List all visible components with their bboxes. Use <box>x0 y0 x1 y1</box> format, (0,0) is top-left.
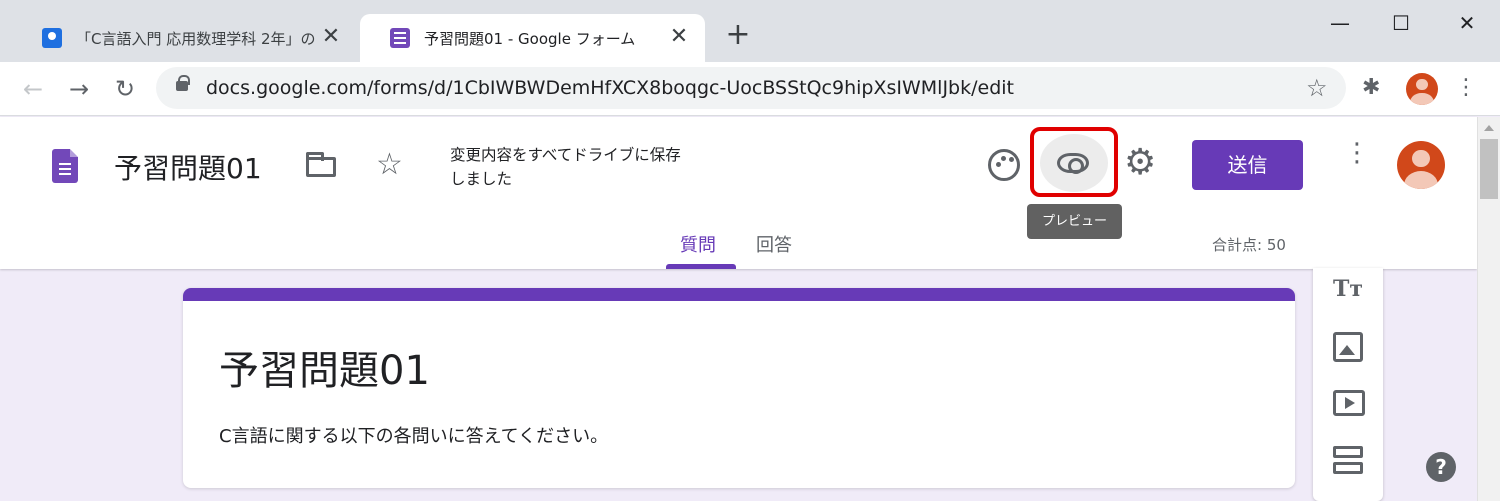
forms-logo-icon[interactable] <box>52 149 78 183</box>
browser-tab-forms[interactable]: 予習問題01 - Google フォーム ✕ <box>360 14 705 62</box>
extensions-puzzle-icon[interactable]: ✱ <box>1362 75 1380 100</box>
tab-title: 「C言語入門 応用数理学科 2年」の <box>76 29 316 48</box>
palette-icon[interactable] <box>988 149 1020 181</box>
url-text[interactable]: docs.google.com/forms/d/1CbIWBWDemHfXCX8… <box>206 77 1014 99</box>
reload-icon[interactable]: ↻ <box>108 72 142 106</box>
close-tab-icon[interactable]: ✕ <box>667 26 691 50</box>
address-bar[interactable]: docs.google.com/forms/d/1CbIWBWDemHfXCX8… <box>156 67 1346 109</box>
more-options-icon[interactable]: ⋮ <box>1344 140 1370 166</box>
send-button[interactable]: 送信 <box>1192 140 1303 190</box>
classroom-icon <box>42 28 62 48</box>
account-avatar[interactable] <box>1397 141 1445 189</box>
forms-icon <box>390 28 410 48</box>
forms-header: 予習問題01 ☆ 変更内容をすべてドライブに保存しました ⚙ 送信 ⋮ 質問 回… <box>0 117 1477 269</box>
form-description-field[interactable]: C言語に関する以下の各問いに答えてください。 <box>219 422 608 448</box>
folder-icon[interactable] <box>306 152 336 177</box>
minimize-button[interactable]: — <box>1315 8 1365 38</box>
gear-icon[interactable]: ⚙ <box>1124 143 1156 183</box>
browser-tab-strip: 「C言語入門 応用数理学科 2年」の ✕ 予習問題01 - Google フォー… <box>0 0 1500 62</box>
close-tab-icon[interactable]: ✕ <box>319 26 343 50</box>
form-title-field[interactable]: 予習問題01 <box>219 338 430 396</box>
tab-title: 予習問題01 - Google フォーム <box>424 29 636 48</box>
star-icon[interactable]: ☆ <box>376 147 403 182</box>
save-status-text: 変更内容をすべてドライブに保存しました <box>450 146 681 188</box>
add-image-icon[interactable] <box>1333 332 1363 362</box>
tab-questions[interactable]: 質問 <box>680 231 716 257</box>
scroll-up-arrow-icon[interactable] <box>1484 125 1494 131</box>
lock-icon <box>176 75 190 91</box>
floating-side-toolbar: Tт <box>1313 268 1383 501</box>
chrome-menu-icon[interactable]: ⋮ <box>1455 75 1477 101</box>
active-tab-indicator <box>666 264 736 269</box>
form-document-title[interactable]: 予習問題01 <box>114 147 262 187</box>
card-accent-bar <box>183 288 1295 301</box>
page-scrollbar[interactable] <box>1477 117 1500 501</box>
window-close-button[interactable]: ✕ <box>1442 8 1492 38</box>
scrollbar-thumb[interactable] <box>1480 139 1498 199</box>
preview-tooltip: プレビュー <box>1027 204 1122 239</box>
add-title-text-icon[interactable]: Tт <box>1333 276 1363 306</box>
bookmark-star-icon[interactable]: ☆ <box>1306 74 1328 102</box>
add-section-icon[interactable] <box>1333 446 1363 476</box>
add-video-icon[interactable] <box>1333 390 1365 416</box>
back-arrow-icon[interactable]: ← <box>16 72 50 106</box>
highlight-annotation <box>1030 127 1118 197</box>
new-tab-button[interactable]: + <box>722 20 754 52</box>
help-icon[interactable]: ? <box>1426 452 1456 482</box>
profile-avatar[interactable] <box>1406 73 1438 105</box>
tab-responses[interactable]: 回答 <box>756 231 792 257</box>
maximize-button[interactable]: ☐ <box>1376 8 1426 38</box>
forward-arrow-icon[interactable]: → <box>62 72 96 106</box>
total-points-text: 合計点: 50 <box>1212 236 1286 254</box>
browser-tab-classroom[interactable]: 「C言語入門 応用数理学科 2年」の ✕ <box>12 14 357 62</box>
browser-toolbar: ← → ↻ docs.google.com/forms/d/1CbIWBWDem… <box>0 62 1500 116</box>
form-header-card[interactable]: 予習問題01 C言語に関する以下の各問いに答えてください。 <box>183 288 1295 488</box>
